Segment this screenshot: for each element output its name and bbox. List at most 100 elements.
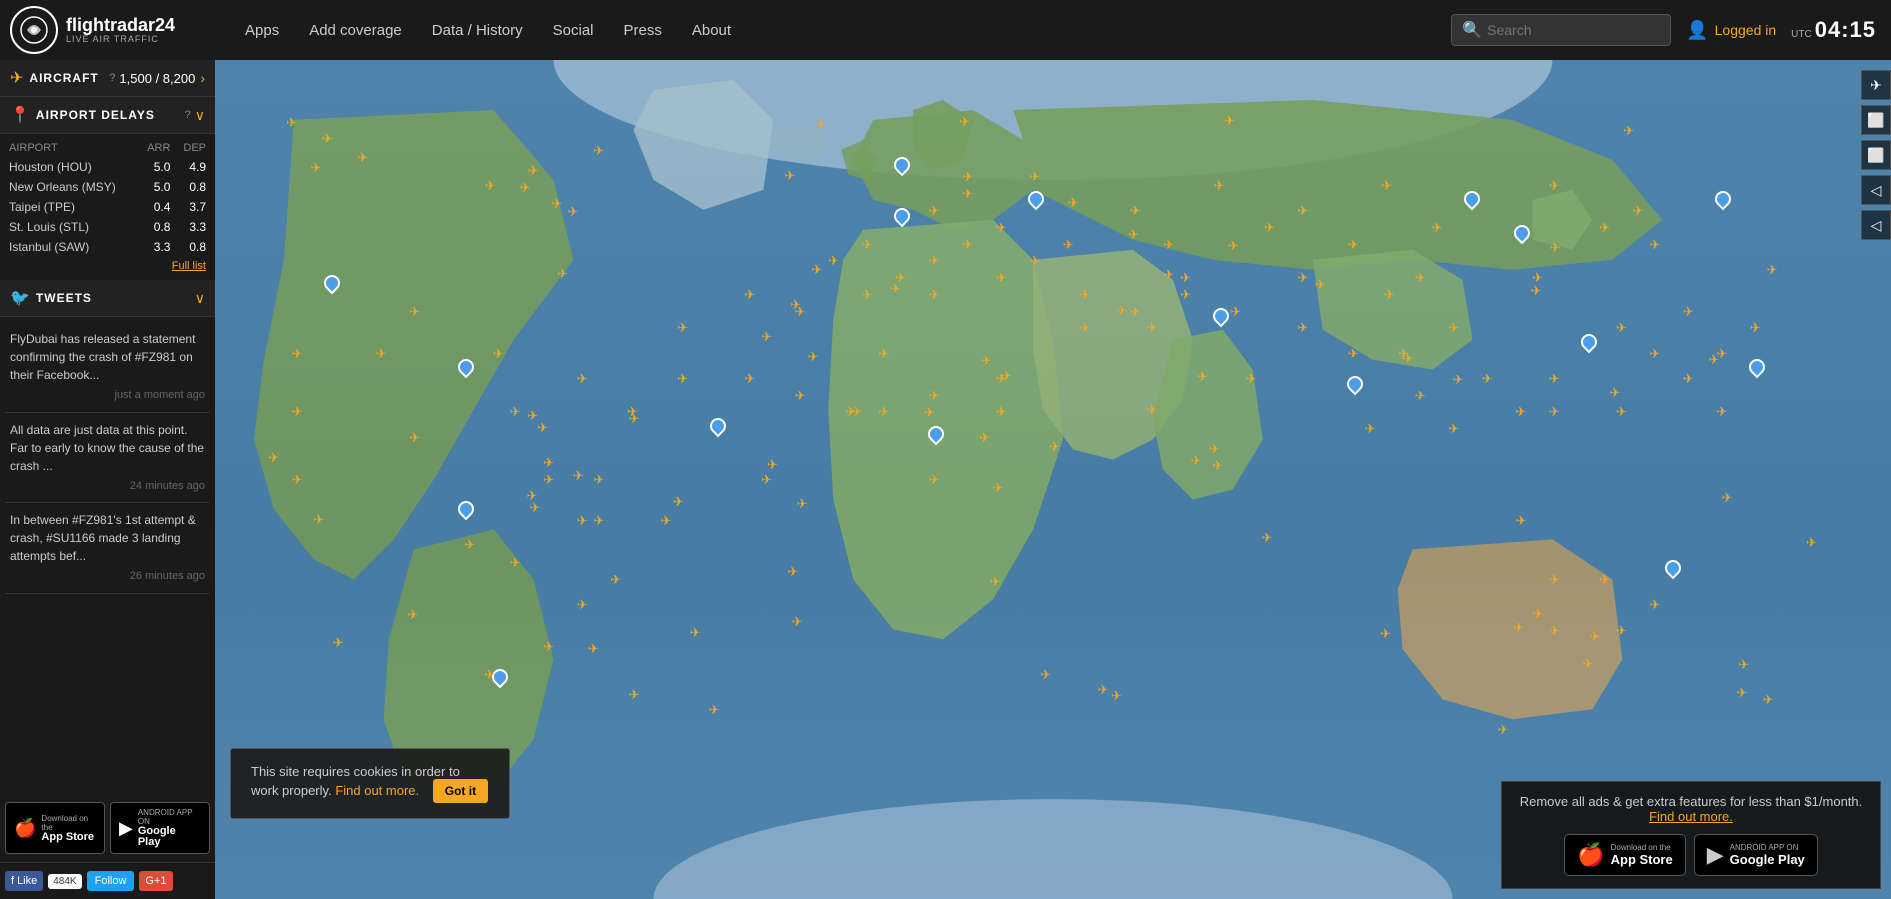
aircraft-marker[interactable]: ✈ xyxy=(573,469,587,483)
aircraft-marker[interactable]: ✈ xyxy=(1599,221,1613,235)
aircraft-help[interactable]: ? xyxy=(109,72,115,84)
map-ctrl-3[interactable]: ⬜ xyxy=(1861,140,1891,170)
aircraft-marker[interactable]: ✈ xyxy=(1001,369,1015,383)
aircraft-marker[interactable]: ✈ xyxy=(485,179,499,193)
aircraft-marker[interactable]: ✈ xyxy=(1616,405,1630,419)
airport-help[interactable]: ? xyxy=(185,109,191,121)
aircraft-marker[interactable]: ✈ xyxy=(1415,389,1429,403)
aircraft-marker[interactable]: ✈ xyxy=(1191,454,1205,468)
map-ctrl-4[interactable]: ◁ xyxy=(1861,175,1891,205)
airport-table-row[interactable]: Istanbul (SAW)3.30.8 xyxy=(5,237,210,257)
airport-pin[interactable] xyxy=(1213,308,1229,328)
aircraft-marker[interactable]: ✈ xyxy=(593,514,607,528)
aircraft-marker[interactable]: ✈ xyxy=(1763,693,1777,707)
aircraft-marker[interactable]: ✈ xyxy=(1381,179,1395,193)
aircraft-marker[interactable]: ✈ xyxy=(292,473,306,487)
aircraft-marker[interactable]: ✈ xyxy=(1348,238,1362,252)
aircraft-marker[interactable]: ✈ xyxy=(1130,305,1144,319)
ads-googleplay-badge[interactable]: ▶ ANDROID APP ON Google Play xyxy=(1694,834,1818,876)
aircraft-marker[interactable]: ✈ xyxy=(677,372,691,386)
aircraft-marker[interactable]: ✈ xyxy=(1549,405,1563,419)
aircraft-marker[interactable]: ✈ xyxy=(1549,179,1563,193)
airport-pin[interactable] xyxy=(458,501,474,521)
aircraft-marker[interactable]: ✈ xyxy=(1212,459,1226,473)
aircraft-marker[interactable]: ✈ xyxy=(979,431,993,445)
aircraft-marker[interactable]: ✈ xyxy=(761,473,775,487)
aircraft-marker[interactable]: ✈ xyxy=(1029,254,1043,268)
aircraft-marker[interactable]: ✈ xyxy=(996,271,1010,285)
aircraft-marker[interactable]: ✈ xyxy=(981,354,995,368)
aircraft-marker[interactable]: ✈ xyxy=(1163,238,1177,252)
aircraft-marker[interactable]: ✈ xyxy=(1716,405,1730,419)
aircraft-marker[interactable]: ✈ xyxy=(929,288,943,302)
aircraft-marker[interactable]: ✈ xyxy=(1163,268,1177,282)
aircraft-marker[interactable]: ✈ xyxy=(990,575,1004,589)
aircraft-marker[interactable]: ✈ xyxy=(1214,179,1228,193)
aircraft-marker[interactable]: ✈ xyxy=(1448,422,1462,436)
aircraft-marker[interactable]: ✈ xyxy=(1448,321,1462,335)
aircraft-marker[interactable]: ✈ xyxy=(557,267,571,281)
aircraft-marker[interactable]: ✈ xyxy=(1515,405,1529,419)
aircraft-marker[interactable]: ✈ xyxy=(1549,573,1563,587)
aircraft-marker[interactable]: ✈ xyxy=(1738,658,1752,672)
aircraft-marker[interactable]: ✈ xyxy=(811,263,825,277)
aircraft-marker[interactable]: ✈ xyxy=(744,372,758,386)
airport-pin[interactable] xyxy=(1665,560,1681,580)
aircraft-marker[interactable]: ✈ xyxy=(588,642,602,656)
tweets-panel[interactable]: 🐦 TWEETS ∨ xyxy=(0,280,215,317)
aircraft-marker[interactable]: ✈ xyxy=(484,668,498,682)
airport-pin[interactable] xyxy=(458,359,474,379)
map-ctrl-1[interactable]: ✈ xyxy=(1861,70,1891,100)
nav-add-coverage[interactable]: Add coverage xyxy=(304,17,407,44)
aircraft-marker[interactable]: ✈ xyxy=(795,389,809,403)
nav-social[interactable]: Social xyxy=(548,17,599,44)
aircraft-marker[interactable]: ✈ xyxy=(1080,321,1094,335)
aircraft-marker[interactable]: ✈ xyxy=(1482,372,1496,386)
aircraft-marker[interactable]: ✈ xyxy=(593,473,607,487)
airport-table-row[interactable]: St. Louis (STL)0.83.3 xyxy=(5,217,210,237)
airport-pin[interactable] xyxy=(1347,376,1363,396)
aircraft-marker[interactable]: ✈ xyxy=(1513,621,1527,635)
aircraft-marker[interactable]: ✈ xyxy=(407,608,421,622)
airport-pin[interactable] xyxy=(1581,334,1597,354)
aircraft-marker[interactable]: ✈ xyxy=(577,372,591,386)
aircraft-marker[interactable]: ✈ xyxy=(322,132,336,146)
aircraft-marker[interactable]: ✈ xyxy=(744,288,758,302)
aircraft-marker[interactable]: ✈ xyxy=(1550,241,1564,255)
aircraft-marker[interactable]: ✈ xyxy=(1633,204,1647,218)
aircraft-marker[interactable]: ✈ xyxy=(677,321,691,335)
aircraft-marker[interactable]: ✈ xyxy=(409,305,423,319)
aircraft-marker[interactable]: ✈ xyxy=(924,406,938,420)
aircraft-marker[interactable]: ✈ xyxy=(1516,514,1530,528)
aircraft-marker[interactable]: ✈ xyxy=(520,181,534,195)
aircraft-marker[interactable]: ✈ xyxy=(808,350,822,364)
aircraft-marker[interactable]: ✈ xyxy=(1616,624,1630,638)
aircraft-marker[interactable]: ✈ xyxy=(1029,170,1043,184)
aircraft-marker[interactable]: ✈ xyxy=(510,556,524,570)
aircraft-marker[interactable]: ✈ xyxy=(1049,440,1063,454)
aircraft-marker[interactable]: ✈ xyxy=(529,501,543,515)
user-area[interactable]: 👤 Logged in xyxy=(1686,20,1776,41)
aircraft-marker[interactable]: ✈ xyxy=(527,409,541,423)
aircraft-marker[interactable]: ✈ xyxy=(962,170,976,184)
aircraft-marker[interactable]: ✈ xyxy=(376,347,390,361)
airport-pin[interactable] xyxy=(1464,191,1480,211)
aircraft-marker[interactable]: ✈ xyxy=(1246,372,1260,386)
aircraft-marker[interactable]: ✈ xyxy=(996,405,1010,419)
aircraft-marker[interactable]: ✈ xyxy=(890,282,904,296)
aircraft-marker[interactable]: ✈ xyxy=(1297,204,1311,218)
aircraft-marker[interactable]: ✈ xyxy=(1549,624,1563,638)
aircraft-marker[interactable]: ✈ xyxy=(1453,373,1467,387)
aircraft-marker[interactable]: ✈ xyxy=(1040,668,1054,682)
aircraft-marker[interactable]: ✈ xyxy=(1297,271,1311,285)
aircraft-marker[interactable]: ✈ xyxy=(1415,271,1429,285)
aircraft-marker[interactable]: ✈ xyxy=(313,513,327,527)
aircraft-marker[interactable]: ✈ xyxy=(1364,422,1378,436)
aircraft-marker[interactable]: ✈ xyxy=(1683,305,1697,319)
aircraft-marker[interactable]: ✈ xyxy=(929,473,943,487)
aircraft-marker[interactable]: ✈ xyxy=(992,481,1006,495)
aircraft-marker[interactable]: ✈ xyxy=(661,514,675,528)
aircraft-marker[interactable]: ✈ xyxy=(577,598,591,612)
aircraft-marker[interactable]: ✈ xyxy=(629,688,643,702)
aircraft-marker[interactable]: ✈ xyxy=(1180,288,1194,302)
